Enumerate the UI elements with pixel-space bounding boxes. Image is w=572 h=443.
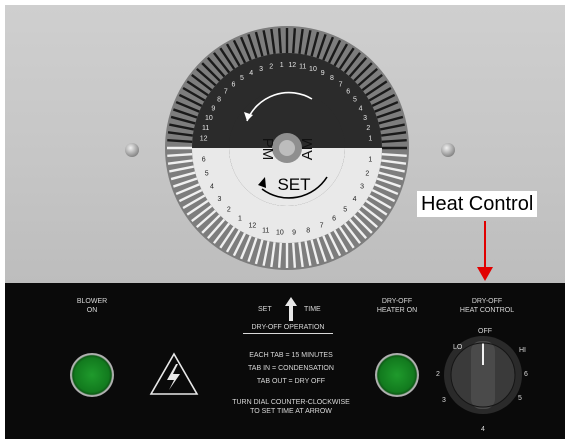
dial-tab[interactable] — [292, 242, 297, 268]
instruction-each-tab: EACH TAB = 15 MINUTES — [249, 352, 333, 359]
dial-hour-label: 9 — [292, 230, 296, 237]
dial-hub-screw-icon — [279, 140, 295, 156]
dial-hour-label: 9 — [211, 106, 215, 113]
dial-tab[interactable] — [277, 242, 282, 268]
knob-hi-label: HI — [519, 347, 526, 354]
dial-hour-label: 2 — [269, 63, 273, 70]
callout-arrow-icon — [477, 221, 493, 281]
turn-dial-instruction: TURN DIAL COUNTER-CLOCKWISE TO SET TIME … — [232, 399, 350, 415]
dial-tab[interactable] — [292, 28, 297, 54]
dial-hour-label: 11 — [299, 63, 306, 70]
dial-hour-label: 7 — [339, 81, 343, 88]
dial-hour-label: 1 — [238, 216, 242, 223]
dial-hour-label: 2 — [365, 170, 369, 177]
dial-hour-label: 12 — [248, 223, 256, 230]
dry-off-heat-control-label: DRY-OFF HEAT CONTROL — [459, 298, 515, 314]
dial-hour-label: 11 — [202, 125, 209, 132]
dial-hour-label: 6 — [202, 157, 206, 164]
dial-hour-label: 1 — [280, 62, 284, 69]
knob-3-label: 3 — [442, 397, 446, 404]
dial-tab[interactable] — [167, 153, 193, 158]
dial-tab[interactable] — [277, 28, 282, 54]
blower-on-label: BLOWER ON — [76, 298, 108, 314]
dial-hour-label: 5 — [343, 207, 347, 214]
dial-hour-label: 3 — [363, 115, 367, 122]
knob-2-label: 2 — [436, 371, 440, 378]
dial-hour-label: 2 — [227, 207, 231, 214]
time-label: TIME — [304, 306, 321, 313]
left-screw-icon — [125, 143, 139, 157]
dial-hour-label: 4 — [210, 184, 214, 191]
dial-set-label: SET — [277, 175, 310, 194]
knob-6-label: 6 — [524, 371, 528, 378]
dial-hour-label: 12 — [288, 62, 296, 69]
dial-hour-label: 10 — [309, 66, 317, 73]
dial-tab[interactable] — [167, 138, 193, 143]
right-screw-icon — [441, 143, 455, 157]
dial-hour-label: 2 — [366, 125, 370, 132]
set-arrow-icon — [285, 297, 297, 321]
set-label: SET — [258, 306, 272, 313]
dial-hour-label: 1 — [368, 157, 372, 164]
pm-label: PM — [259, 138, 276, 161]
dial-hour-label: 5 — [353, 97, 357, 104]
dial-hour-label: 4 — [353, 196, 357, 203]
blower-on-indicator-light — [70, 353, 114, 397]
instruction-tab-in: TAB IN = CONDENSATION — [248, 365, 334, 372]
dial-tab[interactable] — [381, 138, 407, 143]
dial-hour-label: 3 — [259, 66, 263, 73]
knob-4-label: 4 — [481, 426, 485, 433]
dial-hour-label: 5 — [205, 170, 209, 177]
dial-hour-label: 5 — [240, 75, 244, 82]
timer-dial[interactable]: 1211109876543 2 1 12 11 109876543216543211211… — [162, 19, 412, 281]
instruction-tab-out: TAB OUT = DRY OFF — [256, 378, 326, 385]
dial-hour-label: 6 — [232, 81, 236, 88]
dial-tab[interactable] — [381, 153, 407, 158]
dial-hour-label: 9 — [321, 70, 325, 77]
dial-hour-label: 8 — [217, 97, 221, 104]
dial-hour-label: 6 — [332, 216, 336, 223]
dial-hour-label: 1 — [368, 135, 372, 142]
heat-control-callout: Heat Control — [417, 191, 538, 217]
dial-hour-label: 3 — [360, 184, 364, 191]
dial-hour-label: 7 — [224, 88, 228, 95]
dial-hour-label: 10 — [276, 230, 284, 237]
dial-hour-label: 8 — [306, 227, 310, 234]
am-label: AM — [299, 138, 316, 161]
dial-hour-label: 12 — [200, 135, 208, 142]
knob-off-label: OFF — [478, 328, 492, 335]
dry-off-heater-on-label: DRY-OFF HEATER ON — [376, 298, 418, 314]
dial-hour-label: 11 — [262, 227, 269, 234]
dial-hour-label: 10 — [205, 115, 213, 122]
electrical-hazard-icon — [149, 352, 199, 395]
dry-off-heater-on-indicator-light — [375, 353, 419, 397]
dry-off-operation-title: DRY-OFF OPERATION — [243, 323, 333, 334]
dial-hour-label: 7 — [320, 223, 324, 230]
dial-hour-label: 4 — [249, 70, 253, 77]
knob-5-label: 5 — [518, 395, 522, 402]
dial-hour-label: 3 — [217, 196, 221, 203]
dial-hour-label: 8 — [330, 75, 334, 82]
dial-hour-label: 4 — [359, 106, 363, 113]
dial-hour-label: 6 — [346, 88, 350, 95]
knob-lo-label: LO — [453, 344, 463, 351]
